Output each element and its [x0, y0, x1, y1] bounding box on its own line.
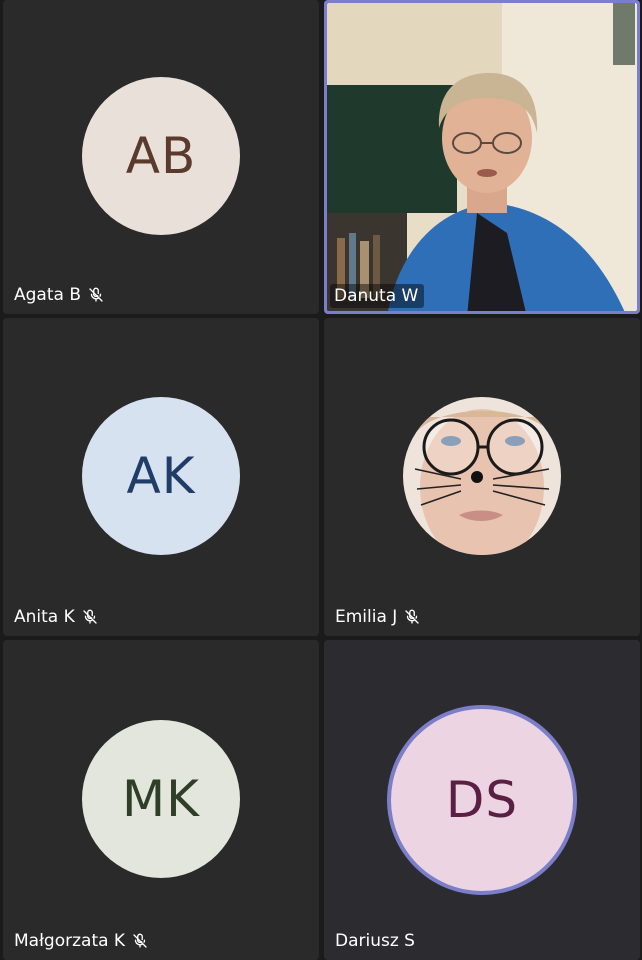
- avatar-initials: AK: [126, 447, 196, 505]
- video-call-grid: AB Agata B Danuta W AK Anita K Emilia J …: [0, 0, 642, 960]
- participant-tile-dariusz-s[interactable]: DS Dariusz S: [324, 640, 640, 960]
- avatar-initials: AB: [125, 127, 197, 185]
- participant-avatar: MK: [82, 720, 240, 878]
- participant-tile-danuta-w[interactable]: Danuta W: [324, 0, 640, 314]
- participant-name: Emilia J: [335, 607, 398, 627]
- video-frame-image: [403, 397, 561, 555]
- participant-tile-malgorzata-k[interactable]: MK Małgorzata K: [3, 640, 319, 960]
- participant-name-bar: Emilia J: [335, 607, 421, 627]
- avatar-initials: MK: [122, 770, 200, 828]
- mic-off-icon: [133, 933, 147, 948]
- video-frame-image: [327, 3, 637, 311]
- participant-name: Małgorzata K: [14, 931, 126, 951]
- participant-tile-emilia-j[interactable]: Emilia J: [324, 318, 640, 636]
- mic-off-icon: [83, 609, 97, 624]
- participant-tile-agata-b[interactable]: AB Agata B: [3, 0, 319, 314]
- participant-name: Danuta W: [334, 286, 419, 306]
- participant-tile-anita-k[interactable]: AK Anita K: [3, 318, 319, 636]
- participant-avatar: AK: [82, 397, 240, 555]
- participant-avatar: AB: [82, 77, 240, 235]
- participant-avatar: DS: [391, 709, 573, 891]
- participant-name-bar: Małgorzata K: [14, 931, 149, 951]
- avatar-initials: DS: [445, 771, 519, 829]
- mic-off-icon: [89, 287, 103, 302]
- participant-name-bar: Anita K: [14, 607, 99, 627]
- participant-name: Dariusz S: [335, 931, 415, 951]
- participant-name-bar: Agata B: [14, 285, 105, 305]
- participant-video-avatar: [403, 397, 561, 555]
- participant-name-bar: Dariusz S: [335, 931, 415, 951]
- mic-off-icon: [405, 609, 419, 624]
- participant-name: Anita K: [14, 607, 75, 627]
- participant-video: [327, 3, 637, 311]
- participant-name-bar: Danuta W: [330, 284, 425, 308]
- participant-name: Agata B: [14, 285, 81, 305]
